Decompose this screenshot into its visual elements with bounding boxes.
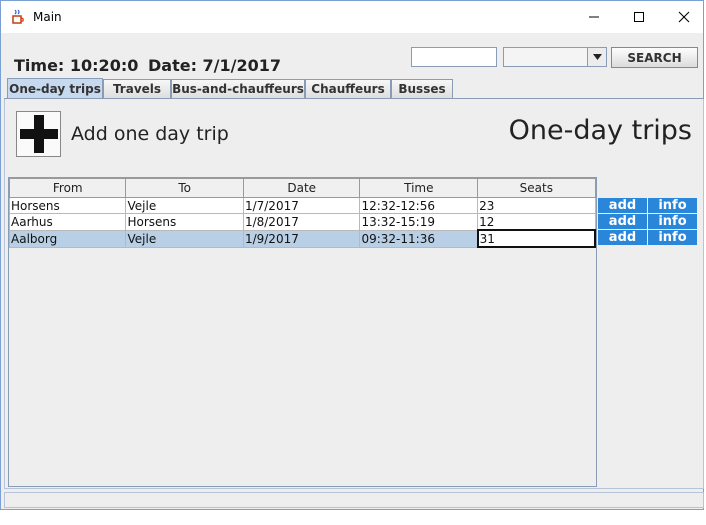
status-bar (4, 492, 704, 508)
search-filter-dropdown[interactable] (503, 47, 607, 67)
java-cup-icon (12, 9, 24, 24)
cell-from[interactable]: Aarhus (8, 213, 127, 231)
cell-date[interactable]: 1/8/2017 (242, 213, 361, 231)
cell-from[interactable]: Horsens (8, 197, 127, 214)
row-add-button[interactable]: add (598, 198, 648, 214)
tab-bus-and-chauffeurs[interactable]: Bus-and-chauffeurs (171, 79, 305, 98)
column-header-to[interactable]: To (125, 178, 244, 198)
add-trip-label: Add one day trip (71, 123, 229, 145)
window-title: Main (33, 10, 62, 24)
plus-icon (19, 115, 58, 153)
minimize-icon (589, 16, 599, 18)
cell-date[interactable]: 1/9/2017 (242, 229, 361, 248)
column-header-seats[interactable]: Seats (477, 178, 596, 198)
cell-time[interactable]: 09:32-11:36 (359, 229, 479, 248)
trips-table-container: From To Date Time Seats Horsens Vejle 1/… (8, 177, 597, 487)
column-header-time[interactable]: Time (359, 178, 479, 198)
cell-time[interactable]: 12:32-12:56 (359, 197, 479, 214)
time-label: Time: 10:20:0 (14, 56, 139, 75)
cell-seats-focused[interactable]: 31 (476, 229, 597, 248)
column-header-from[interactable]: From (8, 178, 127, 198)
cell-seats[interactable]: 12 (477, 213, 596, 231)
maximize-button[interactable] (616, 1, 662, 33)
row-add-button[interactable]: add (598, 230, 648, 246)
maximize-icon (634, 12, 644, 22)
chevron-down-icon[interactable] (587, 48, 606, 66)
tab-travels[interactable]: Travels (103, 79, 171, 98)
cell-time[interactable]: 13:32-15:19 (359, 213, 479, 231)
column-header-date[interactable]: Date (242, 178, 361, 198)
title-bar[interactable]: Main (1, 1, 703, 33)
page-title: One-day trips (508, 115, 692, 146)
table-row-selected[interactable]: Aalborg Vejle 1/9/2017 09:32-11:36 31 (8, 229, 597, 248)
date-label: Date: 7/1/2017 (148, 56, 282, 75)
main-window: Main Time: 10:20:0 Date: 7/1/2017 SEARCH… (0, 0, 704, 510)
search-input[interactable] (411, 47, 497, 67)
close-icon (678, 11, 690, 23)
row-info-button[interactable]: info (648, 198, 698, 214)
add-trip-button[interactable] (16, 111, 61, 157)
table-row[interactable]: Aarhus Horsens 1/8/2017 13:32-15:19 12 (8, 213, 596, 231)
cell-to[interactable]: Vejle (125, 197, 244, 214)
row-info-button[interactable]: info (648, 214, 698, 230)
close-button[interactable] (661, 1, 706, 33)
tab-one-day-trips[interactable]: One-day trips (7, 78, 103, 99)
row-add-button[interactable]: add (598, 214, 648, 230)
row-info-button[interactable]: info (648, 230, 698, 246)
cell-from[interactable]: Aalborg (8, 229, 127, 248)
table-header-row: From To Date Time Seats (8, 178, 596, 198)
cell-seats[interactable]: 23 (477, 197, 596, 214)
tab-busses[interactable]: Busses (391, 79, 453, 98)
minimize-button[interactable] (571, 1, 617, 33)
tab-chauffeurs[interactable]: Chauffeurs (305, 79, 391, 98)
cell-to[interactable]: Vejle (125, 229, 244, 248)
search-filter-value (504, 53, 507, 66)
search-button[interactable]: SEARCH (611, 47, 698, 68)
trips-table: From To Date Time Seats Horsens Vejle 1/… (8, 178, 597, 248)
cell-to[interactable]: Horsens (125, 213, 244, 231)
table-row[interactable]: Horsens Vejle 1/7/2017 12:32-12:56 23 (8, 197, 596, 214)
cell-date[interactable]: 1/7/2017 (242, 197, 361, 214)
